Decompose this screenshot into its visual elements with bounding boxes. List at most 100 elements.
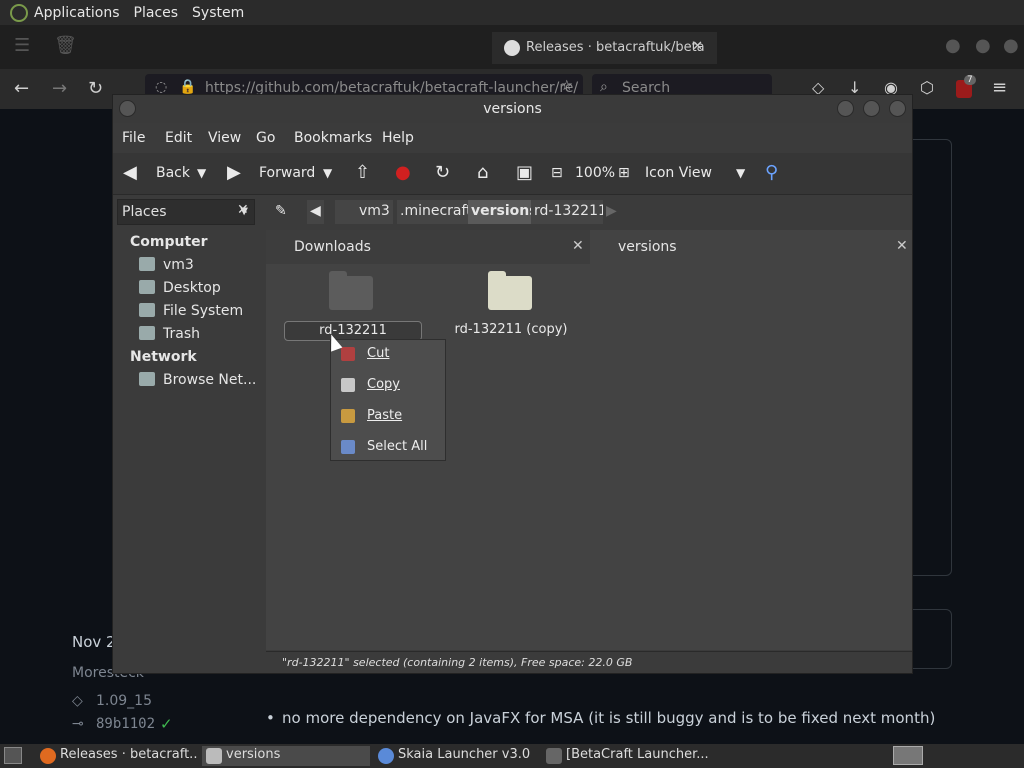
zoom-level: 100%: [575, 165, 616, 181]
show-desktop-icon[interactable]: [4, 747, 22, 764]
window-maximize-icon[interactable]: ●: [975, 35, 991, 56]
sidebar-heading-computer: Computer: [130, 234, 208, 250]
search-icon[interactable]: ⚲: [765, 162, 778, 183]
trash-icon: [139, 326, 155, 340]
breadcrumb-left-chevron-icon[interactable]: ◀: [307, 200, 324, 224]
drive-icon: [139, 303, 155, 317]
forward-history-chevron-icon[interactable]: ▼: [323, 166, 332, 180]
firefox-icon: [40, 748, 56, 764]
reload-icon[interactable]: ↻: [435, 162, 450, 183]
sidebar-item-vm3[interactable]: vm3: [139, 257, 194, 273]
bullet-dot: •: [266, 709, 275, 727]
menu-item-cut[interactable]: Cut: [331, 340, 445, 368]
bookmark-star-icon[interactable]: ☆: [560, 78, 573, 94]
toolbar: ◀ Back ▼ ▶ Forward ▼ ⇧ ● ↻ ⌂ ▣ ⊟ 100% ⊞ …: [113, 153, 912, 195]
extensions-icon[interactable]: ⬡: [920, 78, 934, 97]
up-icon[interactable]: ⇧: [355, 162, 370, 183]
window-title: versions: [483, 101, 542, 117]
tab-list-icon[interactable]: ☰: [14, 35, 30, 56]
task-item-label: versions: [226, 747, 281, 762]
system-menu[interactable]: System: [192, 5, 244, 21]
trash-tab-icon[interactable]: 🗑: [54, 35, 77, 56]
forward-arrow-icon[interactable]: →: [52, 78, 67, 99]
task-item-skaia[interactable]: Skaia Launcher v3.0: [374, 746, 534, 766]
task-item-versions[interactable]: versions: [202, 746, 370, 766]
menu-view[interactable]: View: [208, 130, 241, 146]
desktop-icon: [139, 280, 155, 294]
close-icon[interactable]: [889, 100, 906, 117]
back-history-chevron-icon[interactable]: ▼: [197, 166, 206, 180]
edit-location-icon[interactable]: ✎: [272, 200, 290, 224]
back-icon[interactable]: ◀: [123, 162, 137, 183]
sidebar-places-select[interactable]: Places ▼: [117, 199, 255, 225]
menu-item-select-all[interactable]: Select All: [331, 433, 445, 461]
sidebar-item-filesystem[interactable]: File System: [139, 303, 243, 319]
breadcrumb-versions[interactable]: versions: [468, 200, 541, 224]
window-close-icon[interactable]: ●: [1003, 35, 1019, 56]
back-arrow-icon[interactable]: ←: [14, 78, 29, 99]
tab-close-icon[interactable]: ✕: [572, 238, 584, 254]
sidebar-item-label: Desktop: [163, 280, 221, 296]
reload-icon[interactable]: ↻: [88, 78, 103, 99]
zoom-in-icon[interactable]: ⊞: [618, 165, 630, 181]
window-menu-icon[interactable]: [119, 100, 136, 117]
shield-icon: ◌: [155, 79, 168, 95]
breadcrumb-rd-132211[interactable]: rd-132211: [531, 200, 610, 224]
tab-close-icon[interactable]: ✕: [692, 39, 703, 54]
folder-icon[interactable]: [329, 271, 373, 310]
folder-icon[interactable]: [488, 271, 532, 310]
home-icon[interactable]: ⌂: [477, 162, 488, 183]
sidebar-item-trash[interactable]: Trash: [139, 326, 200, 342]
github-icon: [504, 40, 520, 56]
breadcrumb-right-chevron-icon[interactable]: ▶: [603, 200, 620, 224]
menu-bookmarks[interactable]: Bookmarks: [294, 130, 372, 146]
task-item-label: Releases · betacraft...: [60, 747, 198, 762]
places-menu[interactable]: Places: [134, 5, 179, 21]
tab-downloads[interactable]: Downloads ✕: [266, 230, 590, 264]
view-mode-chevron-icon[interactable]: ▼: [736, 166, 745, 180]
task-item-betacraft[interactable]: [BetaCraft Launcher...: [542, 746, 710, 766]
file-item-name[interactable]: rd-132211 (copy): [446, 322, 576, 337]
forward-button[interactable]: Forward: [259, 165, 315, 181]
menu-item-copy[interactable]: Copy: [331, 371, 445, 399]
top-panel: Applications Places System: [0, 0, 1024, 25]
sidebar-item-label: File System: [163, 303, 244, 319]
taskbar: Releases · betacraft... versions Skaia L…: [0, 744, 1024, 768]
zoom-out-icon[interactable]: ⊟: [551, 165, 563, 181]
minimize-icon[interactable]: [837, 100, 854, 117]
window-minimize-icon[interactable]: ●: [945, 35, 961, 56]
applications-menu[interactable]: Applications: [34, 5, 120, 21]
menu-help[interactable]: Help: [382, 130, 414, 146]
back-button[interactable]: Back: [156, 165, 190, 181]
view-mode-select[interactable]: Icon View: [645, 165, 712, 181]
file-item-name[interactable]: rd-132211: [284, 323, 422, 338]
stop-icon[interactable]: ●: [395, 162, 411, 183]
sidebar-item-browse-network[interactable]: Browse Net...: [139, 372, 256, 388]
browser-tab-label: Releases · betacraftuk/beta: [526, 40, 705, 55]
tab-versions[interactable]: versions ✕: [590, 230, 912, 264]
release-tag[interactable]: 1.09_15: [96, 693, 152, 709]
status-text: "rd-132211" selected (containing 2 items…: [282, 656, 633, 669]
workspace-switcher-icon[interactable]: [893, 746, 923, 765]
menu-edit[interactable]: Edit: [165, 130, 192, 146]
tab-close-icon[interactable]: ✕: [896, 238, 908, 254]
breadcrumb-minecraft[interactable]: .minecraft: [397, 200, 475, 224]
browser-tab-active[interactable]: Releases · betacraftuk/beta ✕: [492, 32, 717, 64]
window-titlebar[interactable]: versions: [113, 95, 912, 123]
release-commit[interactable]: 89b1102: [96, 716, 155, 732]
release-tag-icon: ◇: [72, 693, 83, 709]
forward-icon[interactable]: ▶: [227, 162, 241, 183]
menu-go[interactable]: Go: [256, 130, 275, 146]
copy-icon: [341, 378, 355, 392]
breadcrumb-vm3[interactable]: vm3: [335, 200, 393, 224]
menu-file[interactable]: File: [122, 130, 145, 146]
close-sidebar-icon[interactable]: ✕: [237, 202, 249, 218]
sidebar-item-desktop[interactable]: Desktop: [139, 280, 221, 296]
menu-item-paste[interactable]: Paste: [331, 402, 445, 430]
hamburger-menu-icon[interactable]: ≡: [992, 77, 1007, 98]
context-menu: Cut Copy Paste Select All: [330, 339, 446, 461]
maximize-icon[interactable]: [863, 100, 880, 117]
task-item-firefox[interactable]: Releases · betacraft...: [36, 746, 198, 766]
system-logo-icon[interactable]: [10, 3, 28, 22]
computer-icon[interactable]: ▣: [516, 162, 533, 183]
